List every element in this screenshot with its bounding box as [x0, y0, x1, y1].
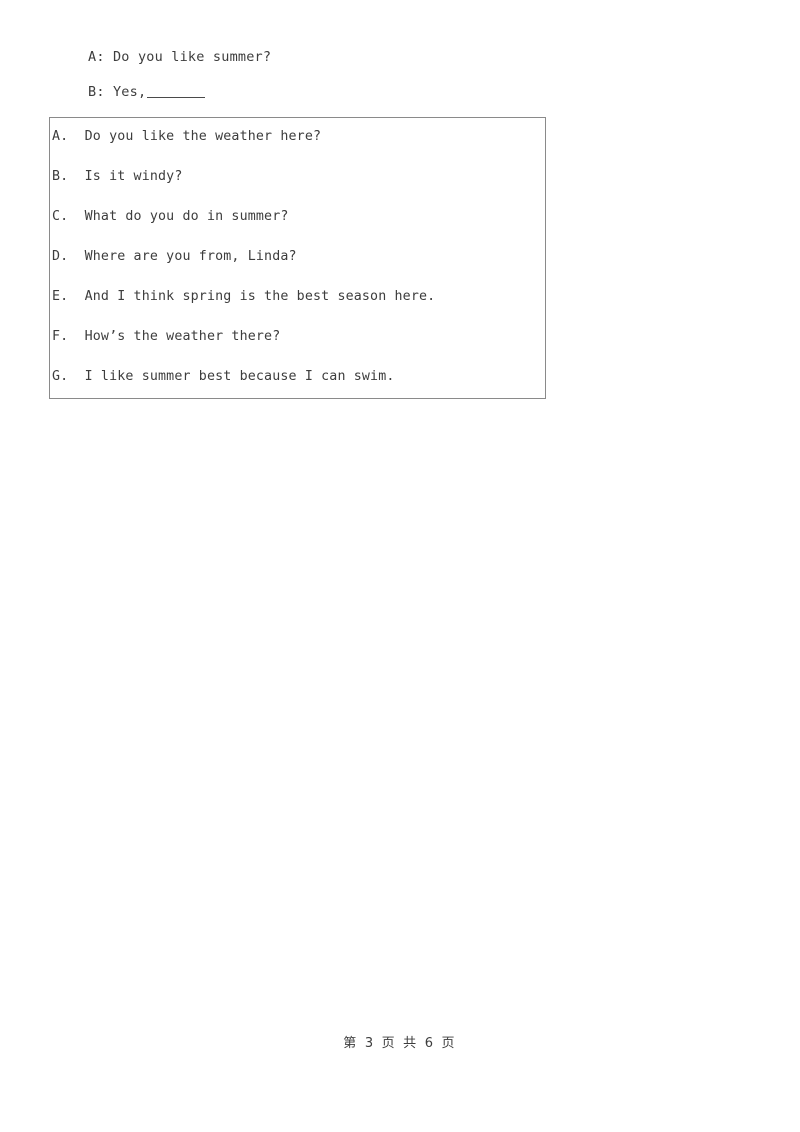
option-item-d[interactable]: D. Where are you from, Linda? — [52, 247, 543, 287]
dialogue-block: A: Do you like summer? B: Yes, — [88, 48, 688, 101]
document-page: A: Do you like summer? B: Yes, A. Do you… — [0, 0, 800, 1132]
option-box: A. Do you like the weather here? B. Is i… — [49, 117, 546, 399]
dialogue-line-b: B: Yes, — [88, 83, 688, 101]
page-number-text: 第 3 页 共 6 页 — [343, 1036, 457, 1051]
option-list: A. Do you like the weather here? B. Is i… — [52, 127, 543, 407]
option-item-e[interactable]: E. And I think spring is the best season… — [52, 287, 543, 327]
dialogue-line-b-text: B: Yes, — [88, 84, 147, 100]
answer-blank[interactable] — [147, 97, 206, 98]
option-item-b[interactable]: B. Is it windy? — [52, 167, 543, 207]
page-footer: 第 3 页 共 6 页 — [0, 1032, 800, 1051]
option-item-a[interactable]: A. Do you like the weather here? — [52, 127, 543, 167]
option-item-c[interactable]: C. What do you do in summer? — [52, 207, 543, 247]
dialogue-line-a: A: Do you like summer? — [88, 49, 272, 65]
option-item-f[interactable]: F. How’s the weather there? — [52, 327, 543, 367]
option-item-g[interactable]: G. I like summer best because I can swim… — [52, 367, 543, 407]
